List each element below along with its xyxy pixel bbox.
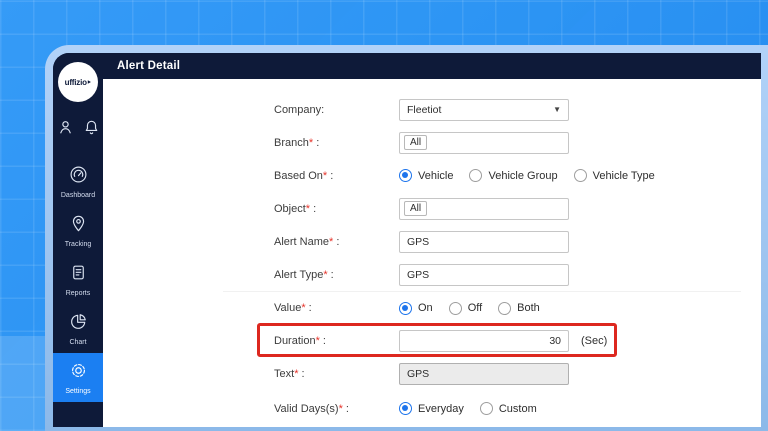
radio-button bbox=[399, 301, 412, 315]
gear-icon bbox=[69, 361, 88, 385]
sidebar-item-settings[interactable]: Settings bbox=[53, 353, 103, 402]
radio-button bbox=[479, 402, 493, 415]
form-row-alert-name: Alert Name* : GPS bbox=[103, 225, 761, 258]
field-label: Value* : bbox=[274, 302, 312, 314]
sidebar-item-label: Chart bbox=[69, 339, 87, 346]
user-icon[interactable] bbox=[57, 119, 74, 141]
sidebar-item-dashboard[interactable]: Dashboard bbox=[53, 157, 103, 206]
logo-text: uffizio‣ bbox=[64, 77, 92, 87]
field-label: Valid Days(s)* : bbox=[274, 402, 349, 415]
report-doc-icon bbox=[69, 263, 88, 287]
alert-type-input[interactable]: GPS bbox=[399, 263, 569, 286]
sidebar-item-label: Settings bbox=[65, 388, 91, 395]
form-row-alert-type: Alert Type* : GPS bbox=[103, 258, 761, 291]
form-row-branch: Branch* : All bbox=[103, 126, 761, 159]
radio-button bbox=[573, 169, 587, 182]
alert-detail-form: Company: Fleetiot ▼ Branch* : All Based … bbox=[103, 79, 761, 427]
field-label: Company: bbox=[274, 103, 325, 116]
radio-both[interactable]: Both bbox=[498, 301, 540, 315]
radio-button bbox=[448, 301, 462, 315]
radio-vehicle-type[interactable]: Vehicle Type bbox=[573, 169, 655, 182]
sidebar-item-reports[interactable]: Reports bbox=[53, 255, 103, 304]
sidebar-item-label: Tracking bbox=[64, 241, 92, 248]
field-label: Object* : bbox=[274, 202, 317, 215]
map-pin-icon bbox=[69, 214, 88, 238]
radio-on[interactable]: On bbox=[399, 301, 433, 315]
sidebar-item-tracking[interactable]: Tracking bbox=[53, 206, 103, 255]
radio-custom[interactable]: Custom bbox=[479, 402, 537, 415]
form-row-company: Company: Fleetiot ▼ bbox=[103, 93, 761, 126]
form-row-valid-days: Valid Days(s)* : Everyday Custom bbox=[103, 390, 761, 427]
page-title: Alert Detail bbox=[117, 60, 181, 72]
app-window-frame: uffizio‣ Dashboard Tracking Reports Char… bbox=[45, 45, 768, 431]
radio-vehicle-group[interactable]: Vehicle Group bbox=[469, 169, 558, 182]
form-row-object: Object* : All bbox=[103, 192, 761, 225]
form-row-text: Text* : GPS bbox=[103, 357, 761, 390]
radio-button bbox=[399, 169, 412, 182]
pie-chart-icon bbox=[69, 312, 88, 336]
form-row-duration: Duration* : 30 (Sec) bbox=[103, 323, 761, 357]
sidebar-item-chart[interactable]: Chart bbox=[53, 304, 103, 353]
field-label: Based On* : bbox=[274, 169, 334, 182]
form-row-value: Value* : On Off Both bbox=[103, 292, 761, 324]
radio-button bbox=[469, 169, 483, 182]
sidebar-item-label: Reports bbox=[65, 290, 91, 297]
radio-button bbox=[399, 402, 412, 415]
field-label: Duration* : bbox=[274, 334, 326, 347]
branch-input[interactable]: All bbox=[399, 131, 569, 154]
object-input[interactable]: All bbox=[399, 197, 569, 220]
titlebar: Alert Detail bbox=[103, 53, 761, 79]
sidebar-item-label: Dashboard bbox=[60, 192, 96, 199]
duration-input[interactable]: 30 bbox=[399, 329, 569, 352]
bell-icon[interactable] bbox=[83, 119, 100, 141]
sidebar: uffizio‣ Dashboard Tracking Reports Char… bbox=[53, 53, 103, 427]
app-window: uffizio‣ Dashboard Tracking Reports Char… bbox=[53, 53, 761, 427]
chevron-down-icon: ▼ bbox=[553, 105, 561, 114]
form-row-based-on: Based On* : Vehicle Vehicle Group Vehicl… bbox=[103, 159, 761, 192]
field-label: Branch* : bbox=[274, 136, 320, 149]
field-label: Text* : bbox=[274, 367, 305, 380]
radio-button bbox=[498, 301, 512, 315]
duration-unit: (Sec) bbox=[581, 334, 608, 347]
object-chip: All bbox=[404, 201, 428, 216]
field-label: Alert Type* : bbox=[274, 268, 334, 281]
radio-off[interactable]: Off bbox=[448, 301, 482, 315]
radio-vehicle[interactable]: Vehicle bbox=[399, 169, 453, 182]
text-input: GPS bbox=[399, 362, 569, 385]
radio-everyday[interactable]: Everyday bbox=[399, 402, 464, 415]
alert-name-input[interactable]: GPS bbox=[399, 230, 569, 253]
company-select[interactable]: Fleetiot ▼ bbox=[399, 98, 569, 121]
speedometer-icon bbox=[69, 165, 88, 189]
branch-chip: All bbox=[404, 135, 428, 150]
field-label: Alert Name* : bbox=[274, 235, 340, 248]
uffizio-logo: uffizio‣ bbox=[58, 62, 98, 102]
